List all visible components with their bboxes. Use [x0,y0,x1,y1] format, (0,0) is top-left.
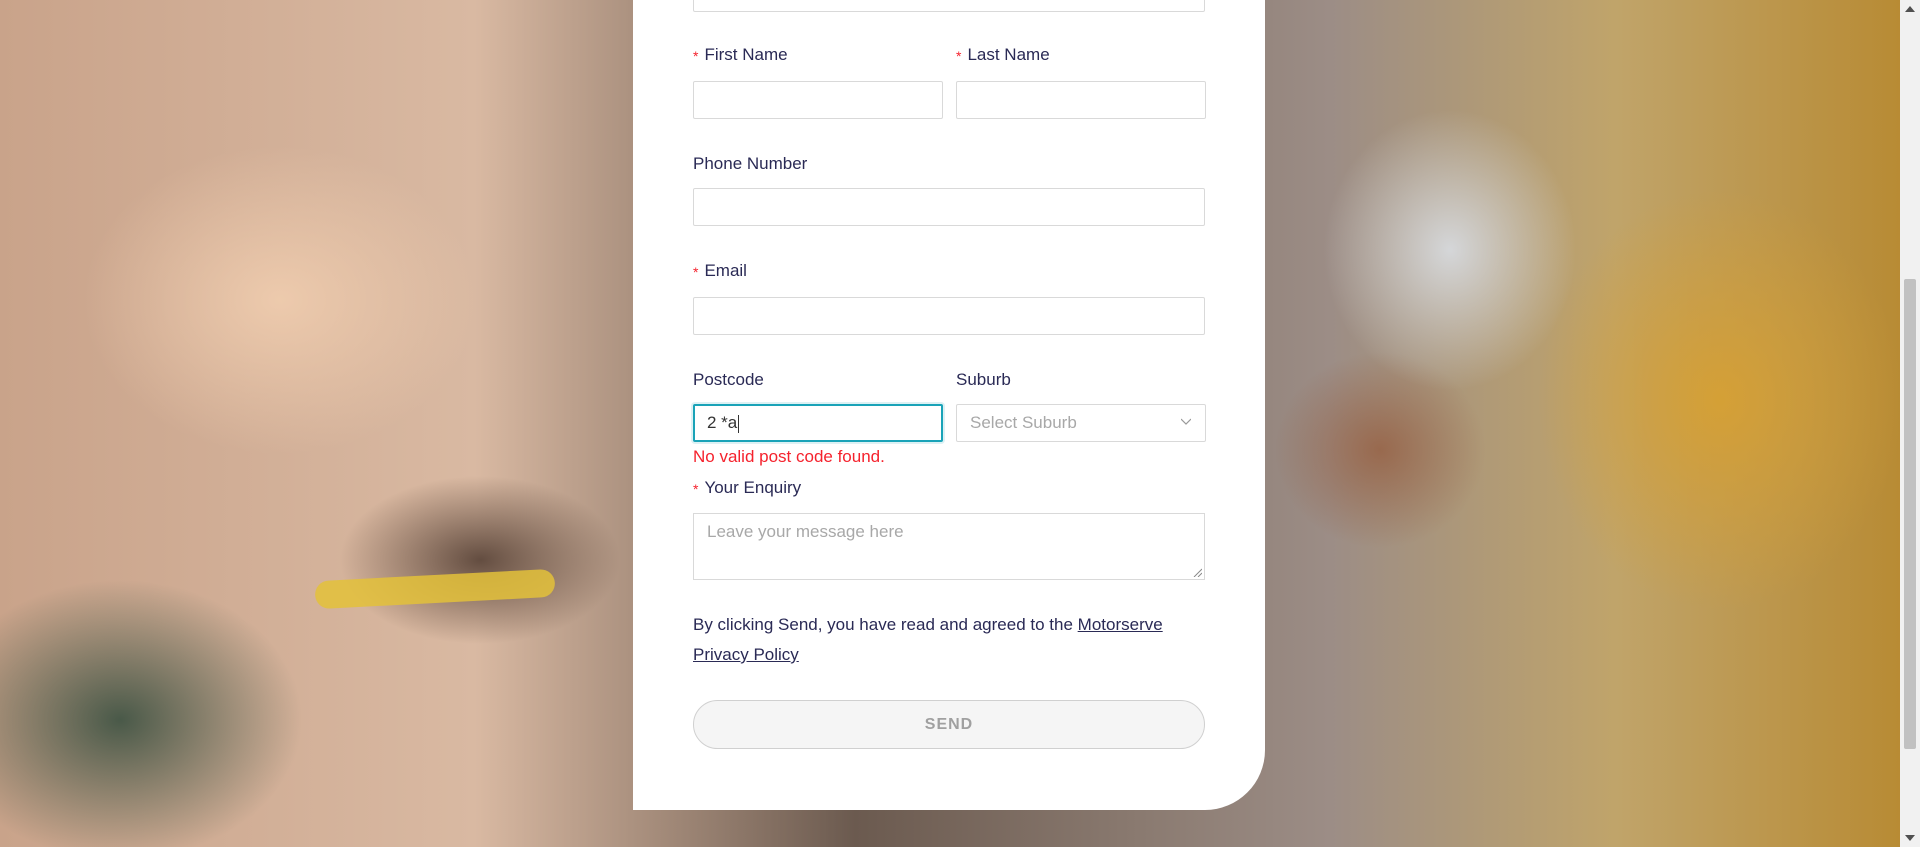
phone-label: Phone Number [693,154,808,173]
email-input[interactable] [693,297,1205,335]
first-name-label: * First Name [693,45,788,64]
enquiry-textarea[interactable]: Leave your message here [693,513,1205,580]
resize-handle-icon[interactable] [1192,567,1202,577]
enquiry-placeholder: Leave your message here [707,522,904,541]
last-name-input[interactable] [956,81,1206,119]
consent-text: By clicking Send, you have read and agre… [693,615,1163,664]
text-caret [738,414,740,433]
chevron-down-icon [1181,418,1191,425]
suburb-label: Suburb [956,370,1011,389]
previous-field-input[interactable] [693,0,1205,12]
suburb-select[interactable]: Select Suburb [956,404,1206,442]
first-name-input[interactable] [693,81,943,119]
phone-input[interactable] [693,188,1205,226]
scroll-down-icon[interactable] [1905,835,1915,841]
postcode-error: No valid post code found. [693,447,885,466]
scroll-thumb[interactable] [1904,279,1916,749]
postcode-label: Postcode [693,370,764,389]
suburb-placeholder: Select Suburb [970,413,1077,432]
enquiry-label: * Your Enquiry [693,478,802,497]
required-marker: * [956,48,962,64]
required-marker: * [693,48,699,64]
required-marker: * [693,264,699,280]
scroll-up-icon[interactable] [1905,6,1915,12]
last-name-label: * Last Name [956,45,1050,64]
email-label: * Email [693,261,747,280]
required-marker: * [693,481,699,497]
send-button[interactable]: SEND [693,700,1205,749]
page-scrollbar[interactable] [1900,0,1920,847]
postcode-input[interactable]: 2 *a [693,404,943,442]
